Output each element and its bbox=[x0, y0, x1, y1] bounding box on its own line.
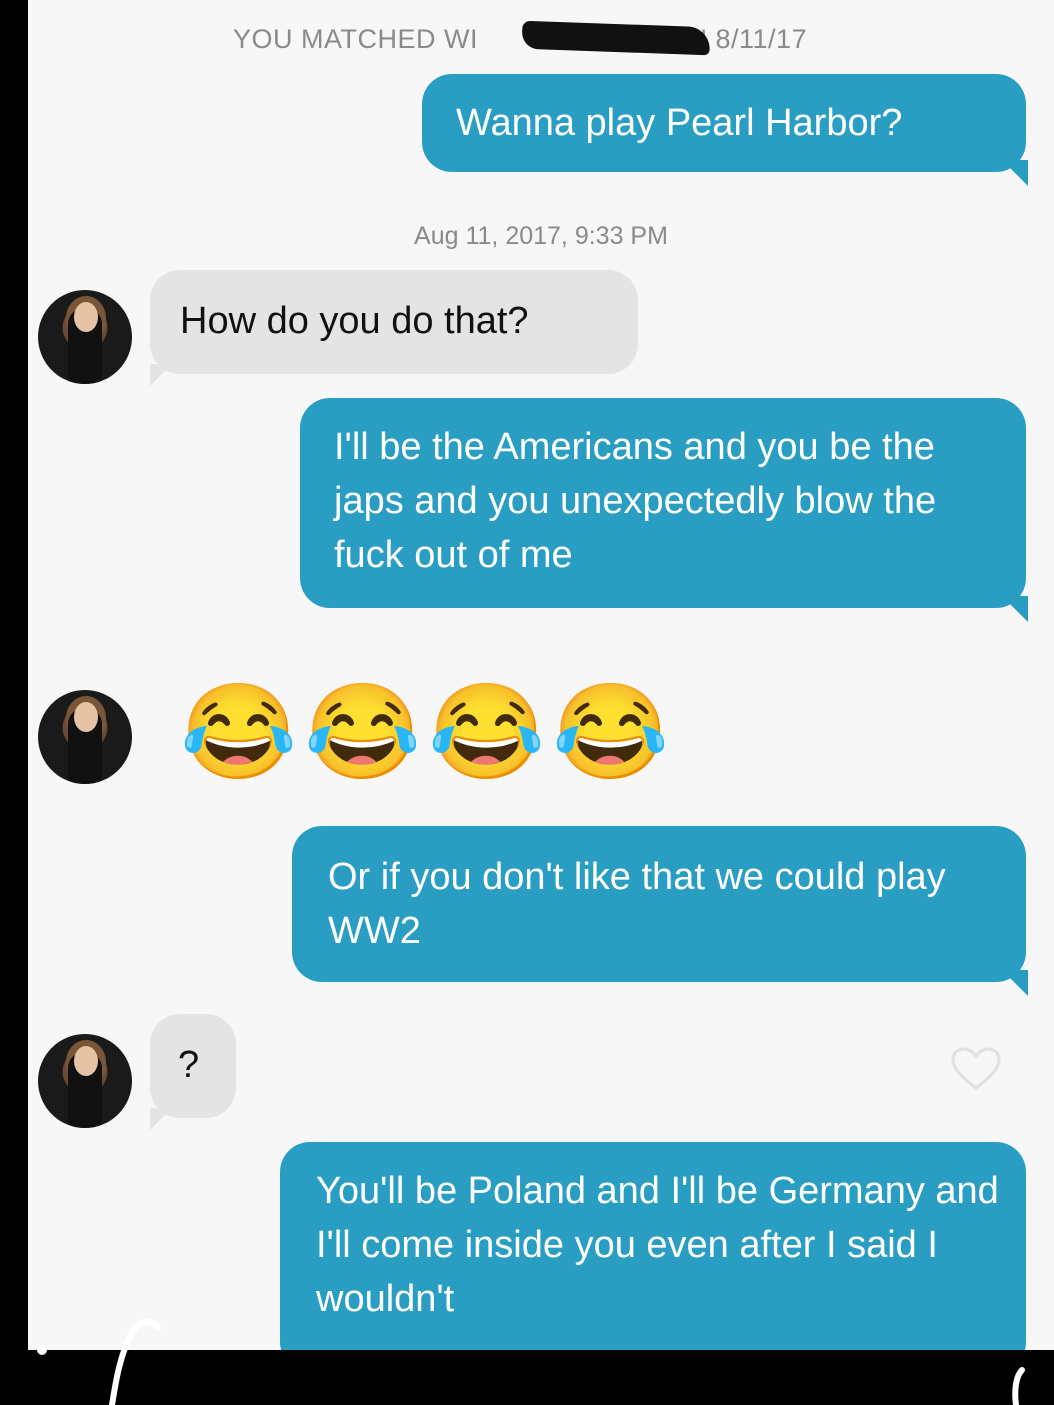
avatar-face bbox=[74, 1046, 98, 1076]
tears-of-joy-emoji: 😂 bbox=[304, 679, 422, 784]
message-text: Wanna play Pearl Harbor? bbox=[456, 102, 903, 144]
message-text: You'll be Poland and I'll be Germany and… bbox=[316, 1170, 999, 1320]
avatar-face bbox=[74, 702, 98, 732]
match-banner-prefix: YOU MATCHED WI bbox=[233, 24, 478, 54]
message-outgoing[interactable]: You'll be Poland and I'll be Germany and… bbox=[280, 1142, 1026, 1350]
bottom-black-bar bbox=[0, 1350, 1054, 1405]
avatar-face bbox=[74, 302, 98, 332]
match-avatar[interactable] bbox=[38, 1034, 132, 1128]
message-text: How do you do that? bbox=[180, 300, 529, 342]
tears-of-joy-emoji: 😂 bbox=[428, 679, 546, 784]
message-text: I'll be the Americans and you be the jap… bbox=[334, 426, 937, 576]
message-timestamp: Aug 11, 2017, 9:33 PM bbox=[414, 222, 668, 250]
message-text: Or if you don't like that we could play … bbox=[328, 856, 946, 952]
message-outgoing[interactable]: Or if you don't like that we could play … bbox=[292, 826, 1026, 982]
heart-outline-icon[interactable] bbox=[950, 1046, 1002, 1092]
tears-of-joy-emoji: 😂 bbox=[552, 679, 670, 784]
message-incoming[interactable]: How do you do that? bbox=[150, 270, 638, 374]
message-text: ? bbox=[178, 1044, 200, 1086]
tears-of-joy-emoji: 😂 bbox=[180, 679, 298, 784]
message-outgoing[interactable]: Wanna play Pearl Harbor? bbox=[422, 74, 1026, 172]
match-avatar[interactable] bbox=[38, 690, 132, 784]
message-incoming[interactable]: ? bbox=[150, 1014, 236, 1118]
chat-screen: YOU MATCHED WI ON 8/11/17 Wanna play Pear… bbox=[28, 0, 1054, 1350]
emoji-message[interactable]: 😂 😂 😂 😂 bbox=[180, 676, 670, 786]
message-outgoing[interactable]: I'll be the Americans and you be the jap… bbox=[300, 398, 1026, 608]
match-avatar[interactable] bbox=[38, 290, 132, 384]
